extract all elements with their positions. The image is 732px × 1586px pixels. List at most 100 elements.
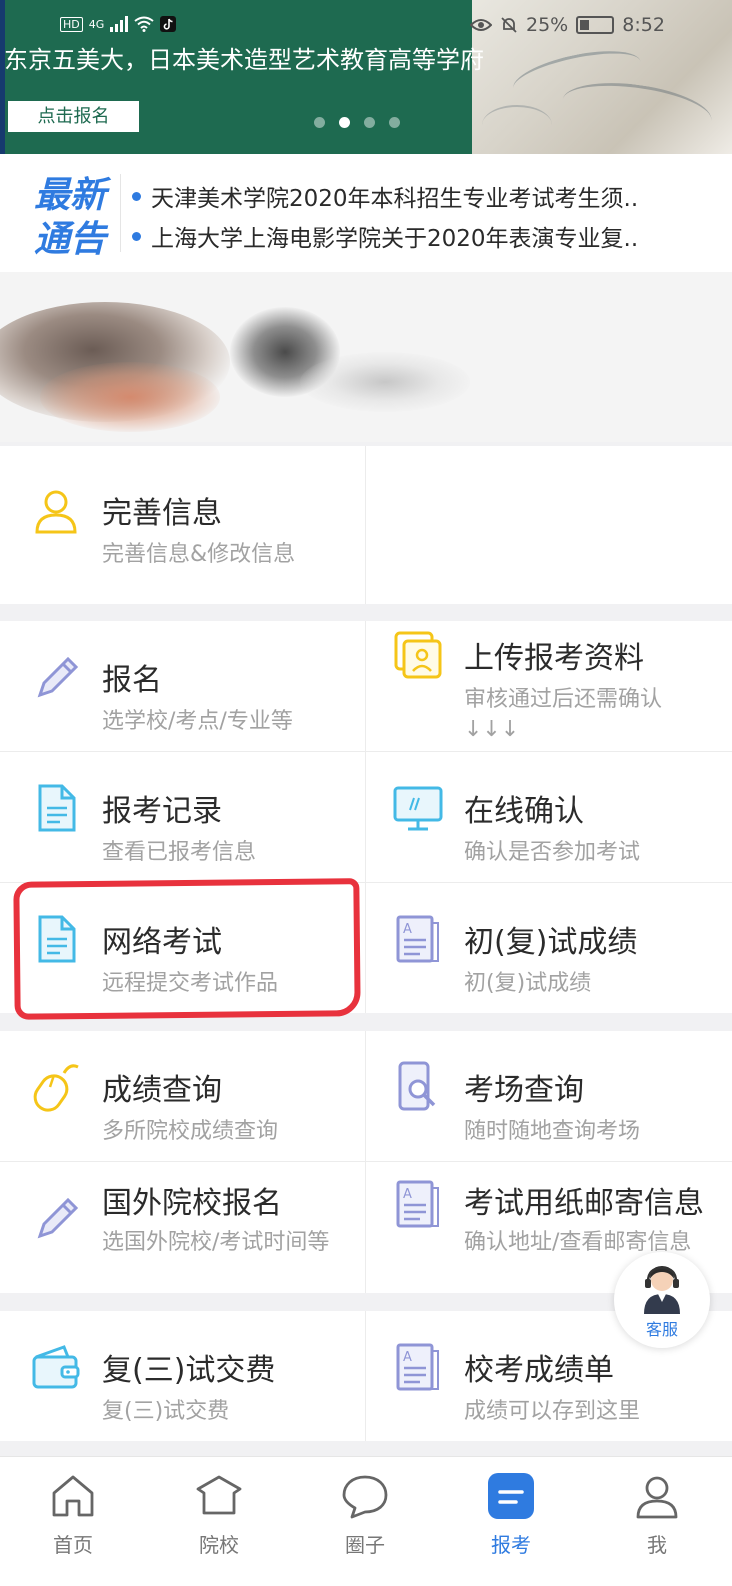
document-icon <box>38 784 76 832</box>
notice-logo: 最新 通告 <box>30 174 110 262</box>
profile-icon <box>636 1476 678 1519</box>
latest-notice: 最新 通告 天津美术学院2020年本科招生专业考试考生须.. 上海大学上海电影学… <box>0 154 732 272</box>
customer-service-icon <box>644 1266 680 1314</box>
notice-item-text: 天津美术学院2020年本科招生专业考试考生须.. <box>151 186 639 212</box>
customer-service-button[interactable]: 客服 <box>614 1252 710 1348</box>
ad-banner[interactable] <box>0 272 732 442</box>
bottom-tab-bar: 首页 院校 圈子 报考 我 <box>0 1456 732 1586</box>
query-card: 成绩查询 多所院校成绩查询 考场查询 随时随地查询考场 国外院校报名 选国外院校… <box>0 1031 732 1293</box>
bullet-icon <box>132 231 141 241</box>
cell-subtitle: 复(三)试交费 <box>102 1399 230 1424</box>
school-icon <box>196 1475 242 1515</box>
cell-title: 成绩查询 <box>102 1073 222 1108</box>
bullet-icon <box>132 191 141 201</box>
notice-divider <box>120 174 121 252</box>
id-card-icon <box>394 631 442 679</box>
tab-label: 院校 <box>199 1533 239 1557</box>
banner-caption: 东京五美大，日本美术造型艺术教育高等学府 <box>4 46 484 74</box>
tab-schools[interactable]: 院校 <box>146 1457 292 1567</box>
status-bar: HD 4G 25% 8:52 <box>0 12 732 42</box>
chat-bubble-icon <box>342 1475 388 1519</box>
eye-icon <box>470 19 492 31</box>
notice-item[interactable]: 上海大学上海电影学院关于2020年表演专业复.. <box>132 216 712 256</box>
cell-subtitle: 多所院校成绩查询 <box>102 1119 279 1144</box>
svg-text:A: A <box>403 922 412 937</box>
tab-label: 首页 <box>53 1533 93 1557</box>
clock: 8:52 <box>622 14 665 36</box>
tab-enroll[interactable]: 报考 <box>438 1457 584 1567</box>
svg-text:A: A <box>403 1350 412 1365</box>
carousel-dot[interactable] <box>389 117 400 128</box>
pencil-icon <box>37 656 79 698</box>
cell-title: 考场查询 <box>464 1073 584 1108</box>
online-confirm-cell[interactable]: 在线确认 确认是否参加考试 <box>366 752 732 882</box>
carousel-dot[interactable] <box>364 117 375 128</box>
network-type: 4G <box>88 17 105 31</box>
cell-subtitle: 随时随地查询考场 <box>464 1119 641 1144</box>
profile-card: 完善信息 完善信息&修改信息 <box>0 446 732 604</box>
enroll-cell[interactable]: 报名 选学校/考点/专业等 <box>0 621 365 751</box>
cell-title: 校考成绩单 <box>464 1353 614 1388</box>
upload-materials-cell[interactable]: 上传报考资料 审核通过后还需确认↓↓↓ <box>366 621 732 751</box>
tab-home[interactable]: 首页 <box>0 1457 146 1567</box>
cell-subtitle: 完善信息&修改信息 <box>102 542 296 567</box>
monitor-icon <box>393 786 443 831</box>
user-outline-icon <box>35 490 77 534</box>
carousel-dot-active[interactable] <box>339 117 350 128</box>
cell-title: 国外院校报名 <box>102 1186 282 1221</box>
promo-banner[interactable]: 东京五美大，日本美术造型艺术教育高等学府 点击报名 HD 4G 25% 8:52 <box>0 0 732 154</box>
svg-text:A: A <box>403 1187 412 1202</box>
tab-label: 报考 <box>491 1533 531 1557</box>
wifi-icon <box>134 16 154 32</box>
cell-subtitle: 选学校/考点/专业等 <box>102 709 293 734</box>
enroll-icon <box>488 1473 534 1519</box>
tiktok-icon <box>160 16 177 32</box>
prelim-score-cell[interactable]: A 初(复)试成绩 初(复)试成绩 <box>366 883 732 1013</box>
cell-title: 在线确认 <box>464 794 584 829</box>
tab-label: 圈子 <box>345 1533 385 1557</box>
battery-icon <box>576 16 615 34</box>
cell-subtitle: 查看已报考信息 <box>102 840 257 865</box>
cell-subtitle: 选国外院校/考试时间等 <box>102 1230 330 1255</box>
cell-subtitle: 初(复)试成绩 <box>464 971 592 996</box>
tab-me[interactable]: 我 <box>584 1457 730 1567</box>
cell-subtitle: 审核通过后还需确认↓↓↓ <box>464 687 663 742</box>
tab-circle[interactable]: 圈子 <box>292 1457 438 1567</box>
tab-label: 我 <box>647 1533 667 1557</box>
cell-title: 上传报考资料 <box>464 641 644 676</box>
cell-title: 复(三)试交费 <box>102 1353 276 1388</box>
notice-logo-line1: 最新 <box>33 175 106 216</box>
report-icon: A <box>396 1343 439 1391</box>
notice-item[interactable]: 天津美术学院2020年本科招生专业考试考生须.. <box>132 176 712 216</box>
home-icon <box>52 1475 94 1517</box>
report-icon: A <box>396 1180 439 1228</box>
mute-icon <box>501 17 517 33</box>
carousel-indicator[interactable] <box>314 117 400 128</box>
banner-enroll-button[interactable]: 点击报名 <box>8 101 139 132</box>
foreign-enroll-cell[interactable]: 国外院校报名 选国外院校/考试时间等 <box>0 1162 365 1292</box>
highlight-circle <box>13 878 361 1020</box>
cell-subtitle: 确认是否参加考试 <box>464 840 641 865</box>
notice-list: 天津美术学院2020年本科招生专业考试考生须.. 上海大学上海电影学院关于202… <box>132 176 712 256</box>
mouse-icon <box>33 1064 79 1112</box>
fee-cell[interactable]: 复(三)试交费 复(三)试交费 <box>0 1311 365 1441</box>
venue-query-cell[interactable]: 考场查询 随时随地查询考场 <box>366 1031 732 1161</box>
phone-search-icon <box>398 1061 436 1111</box>
cell-title: 初(复)试成绩 <box>464 925 638 960</box>
enroll-record-cell[interactable]: 报考记录 查看已报考信息 <box>0 752 365 882</box>
notice-item-text: 上海大学上海电影学院关于2020年表演专业复.. <box>151 226 639 252</box>
cell-title: 报名 <box>102 663 162 698</box>
wallet-icon <box>32 1345 80 1389</box>
perfect-info-cell[interactable]: 完善信息 完善信息&修改信息 <box>0 454 365 584</box>
cell-title: 考试用纸邮寄信息 <box>464 1186 704 1221</box>
score-query-cell[interactable]: 成绩查询 多所院校成绩查询 <box>0 1031 365 1161</box>
service-label: 客服 <box>645 1320 678 1339</box>
carousel-dot[interactable] <box>314 117 325 128</box>
pencil-icon <box>37 1197 79 1239</box>
battery-percent: 25% <box>526 14 569 36</box>
hd-badge: HD <box>60 16 83 32</box>
cell-title: 报考记录 <box>102 794 222 829</box>
signal-icon <box>110 16 129 32</box>
cell-title: 完善信息 <box>102 496 222 531</box>
notice-logo-line2: 通告 <box>33 219 106 260</box>
